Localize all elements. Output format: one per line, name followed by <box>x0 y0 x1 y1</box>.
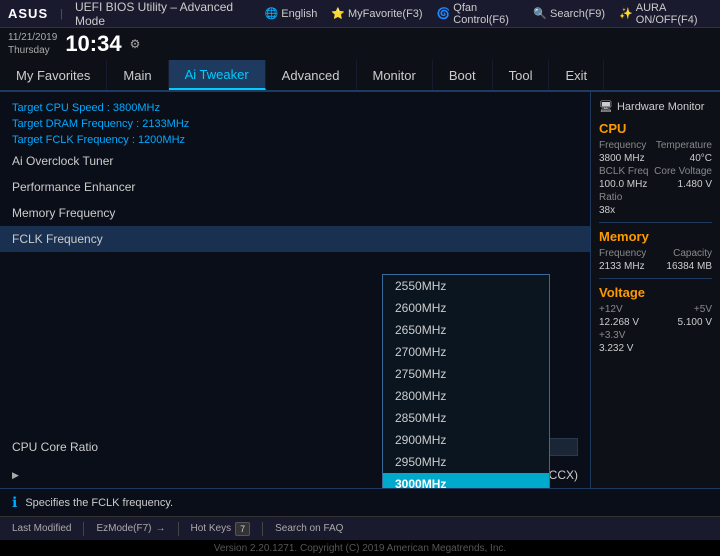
nav-ai-tweaker[interactable]: Ai Tweaker <box>169 60 266 90</box>
voltage-12-5-values: 12.268 V 5.100 V <box>599 317 712 328</box>
memory-frequency[interactable]: Memory Frequency <box>0 200 590 226</box>
cpu-ratio-value: 38x <box>599 205 712 216</box>
fclk-description: Specifies the FCLK frequency. <box>25 497 173 509</box>
nav-monitor[interactable]: Monitor <box>357 60 433 90</box>
cpu-ratio-label: Ratio <box>599 192 712 203</box>
voltage-33-label: +3.3V <box>599 330 712 341</box>
memory-divider <box>599 278 712 279</box>
top-icons: 🌐 English ⭐ MyFavorite(F3) 🌀 Qfan Contro… <box>265 2 712 26</box>
nav-boot[interactable]: Boot <box>433 60 493 90</box>
aura-icon: ✨ <box>619 7 633 20</box>
info-icon: ℹ <box>12 494 17 511</box>
cpu-freq-row: Frequency Temperature <box>599 140 712 151</box>
search-faq-button[interactable]: Search on FAQ <box>275 523 343 534</box>
cpu-bclk-labels: BCLK Freq Core Voltage <box>599 166 712 177</box>
cpu-section-title: CPU <box>599 121 712 136</box>
bios-title: UEFI BIOS Utility – Advanced Mode <box>75 0 253 28</box>
version-bar: Version 2.20.1271. Copyright (C) 2019 Am… <box>0 540 720 556</box>
memory-section-title: Memory <box>599 229 712 244</box>
arrow-icon: → <box>156 523 166 534</box>
freq-2700[interactable]: 2700MHz <box>383 341 549 363</box>
logo-separator: | <box>60 8 63 20</box>
main-content: Target CPU Speed : 3800MHz Target DRAM F… <box>0 92 720 488</box>
aura-button[interactable]: ✨ AURA ON/OFF(F4) <box>619 2 712 26</box>
asus-logo: ASUS <box>8 6 48 21</box>
search-button[interactable]: 🔍 Search(F9) <box>533 7 605 20</box>
voltage-33-value: 3.232 V <box>599 343 712 354</box>
footer-bar: Last Modified EzMode(F7) → Hot Keys 7 Se… <box>0 516 720 540</box>
globe-icon: 🌐 <box>265 7 279 20</box>
freq-2550[interactable]: 2550MHz <box>383 275 549 297</box>
nav-bar: My Favorites Main Ai Tweaker Advanced Mo… <box>0 60 720 92</box>
bottom-info-bar: ℹ Specifies the FCLK frequency. <box>0 488 720 516</box>
language-selector[interactable]: 🌐 English <box>265 7 318 20</box>
time-display: 10:34 <box>65 31 121 57</box>
target-fclk-freq: Target FCLK Frequency : 1200MHz <box>0 132 590 148</box>
star-icon: ⭐ <box>331 7 345 20</box>
nav-exit[interactable]: Exit <box>549 60 604 90</box>
target-cpu-speed: Target CPU Speed : 3800MHz <box>0 100 590 116</box>
freq-2600[interactable]: 2600MHz <box>383 297 549 319</box>
nav-tool[interactable]: Tool <box>493 60 550 90</box>
cpu-bclk-values: 100.0 MHz 1.480 V <box>599 179 712 190</box>
mem-labels: Frequency Capacity <box>599 248 712 259</box>
hw-monitor-title: 🖥 Hardware Monitor <box>599 100 712 113</box>
search-icon: 🔍 <box>533 7 547 20</box>
nav-my-favorites[interactable]: My Favorites <box>0 60 107 90</box>
freq-2850[interactable]: 2850MHz <box>383 407 549 429</box>
qfan-button[interactable]: 🌀 Qfan Control(F6) <box>437 2 520 26</box>
footer-divider-1 <box>83 522 84 536</box>
freq-2950[interactable]: 2950MHz <box>383 451 549 473</box>
nav-advanced[interactable]: Advanced <box>266 60 357 90</box>
hardware-monitor-panel: 🖥 Hardware Monitor CPU Frequency Tempera… <box>590 92 720 488</box>
footer-divider-3 <box>262 522 263 536</box>
nav-main[interactable]: Main <box>107 60 168 90</box>
freq-2750[interactable]: 2750MHz <box>383 363 549 385</box>
version-text: Version 2.20.1271. Copyright (C) 2019 Am… <box>214 543 506 554</box>
frequency-dropdown[interactable]: 2550MHz 2600MHz 2650MHz 2700MHz 2750MHz … <box>382 274 550 488</box>
date-display: 11/21/2019 Thursday <box>8 31 57 57</box>
ezmode-button[interactable]: EzMode(F7) <box>96 523 151 534</box>
last-modified-label: Last Modified <box>12 523 71 534</box>
freq-3000[interactable]: 3000MHz <box>383 473 549 488</box>
freq-2650[interactable]: 2650MHz <box>383 319 549 341</box>
settings-icon[interactable]: ⚙ <box>130 37 141 51</box>
monitor-icon: 🖥 <box>599 100 613 113</box>
voltage-12-5-labels: +12V +5V <box>599 304 712 315</box>
cpu-freq-values: 3800 MHz 40°C <box>599 153 712 164</box>
left-panel: Target CPU Speed : 3800MHz Target DRAM F… <box>0 92 590 488</box>
top-bar: ASUS | UEFI BIOS Utility – Advanced Mode… <box>0 0 720 28</box>
freq-2800[interactable]: 2800MHz <box>383 385 549 407</box>
cpu-divider <box>599 222 712 223</box>
voltage-section-title: Voltage <box>599 285 712 300</box>
myfavorites-button[interactable]: ⭐ MyFavorite(F3) <box>331 7 422 20</box>
hotkeys-label: Hot Keys <box>191 523 232 534</box>
performance-enhancer[interactable]: Performance Enhancer <box>0 174 590 200</box>
ai-overclock-tuner[interactable]: Ai Overclock Tuner <box>0 148 590 174</box>
hotkeys-key[interactable]: 7 <box>235 522 250 536</box>
footer-left: Last Modified EzMode(F7) → Hot Keys 7 Se… <box>12 522 343 536</box>
fan-icon: 🌀 <box>437 7 451 20</box>
mem-values: 2133 MHz 16384 MB <box>599 261 712 272</box>
freq-2900[interactable]: 2900MHz <box>383 429 549 451</box>
fclk-frequency[interactable]: FCLK Frequency 2550MHz 2600MHz 2650MHz 2… <box>0 226 590 252</box>
datetime-bar: 11/21/2019 Thursday 10:34 ⚙ <box>0 28 720 60</box>
footer-divider-2 <box>178 522 179 536</box>
target-dram-freq: Target DRAM Frequency : 2133MHz <box>0 116 590 132</box>
